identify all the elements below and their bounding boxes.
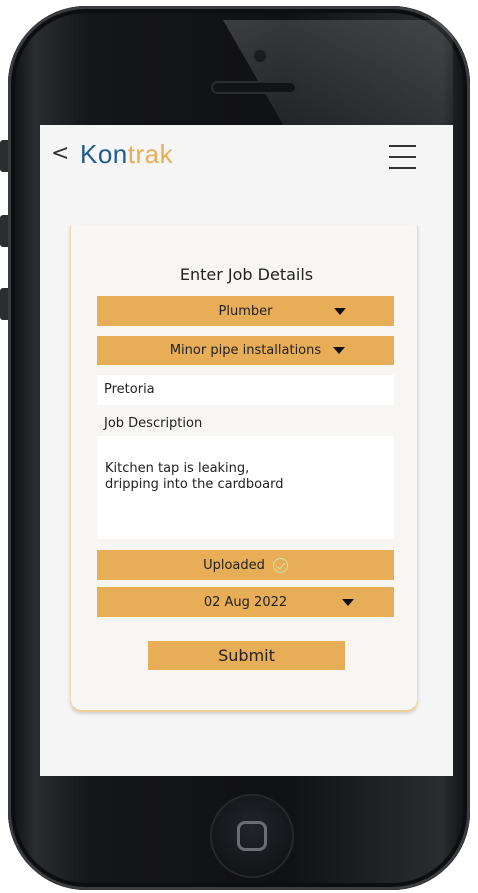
job-description-value: Kitchen tap is leaking, dripping into th…: [105, 461, 284, 492]
service-select[interactable]: Minor pipe installations: [97, 336, 394, 365]
upload-status: Uploaded: [203, 557, 265, 573]
volume-up-button: [0, 215, 8, 247]
app-logo: Kontrak: [80, 139, 173, 170]
volume-down-button: [0, 288, 8, 320]
home-button[interactable]: [212, 796, 292, 876]
caret-down-icon: [333, 347, 345, 354]
caret-down-icon: [334, 308, 346, 315]
trade-select-value: Plumber: [218, 303, 273, 319]
form-title: Enter Job Details: [179, 265, 314, 284]
trade-select[interactable]: Plumber: [97, 296, 394, 326]
location-input[interactable]: Pretoria: [97, 375, 394, 405]
earpiece-speaker: [211, 81, 297, 94]
mute-switch: [0, 140, 8, 172]
logo-text-kon: Kon: [80, 139, 128, 169]
date-select-value: 02 Aug 2022: [203, 594, 288, 610]
logo-text-trak: trak: [127, 139, 174, 169]
back-chevron-icon[interactable]: <: [51, 141, 69, 166]
front-camera: [254, 50, 266, 62]
submit-button[interactable]: Submit: [148, 641, 345, 670]
date-select[interactable]: 02 Aug 2022: [97, 587, 394, 617]
home-button-icon: [237, 821, 267, 851]
app-screen: < Kontrak Enter Job Details Plumber Mino…: [40, 125, 453, 776]
upload-button[interactable]: Uploaded: [97, 550, 394, 580]
service-select-value: Minor pipe installations: [169, 343, 322, 358]
check-circle-icon: [272, 557, 288, 573]
top-bar: < Kontrak: [40, 125, 453, 189]
hamburger-menu-icon[interactable]: [389, 145, 416, 169]
job-description-label: Job Description: [104, 416, 203, 431]
location-input-value: Pretoria: [104, 382, 155, 397]
phone-glare: [223, 20, 453, 140]
job-description-textarea[interactable]: Kitchen tap is leaking, dripping into th…: [97, 436, 394, 539]
caret-down-icon: [342, 599, 354, 606]
